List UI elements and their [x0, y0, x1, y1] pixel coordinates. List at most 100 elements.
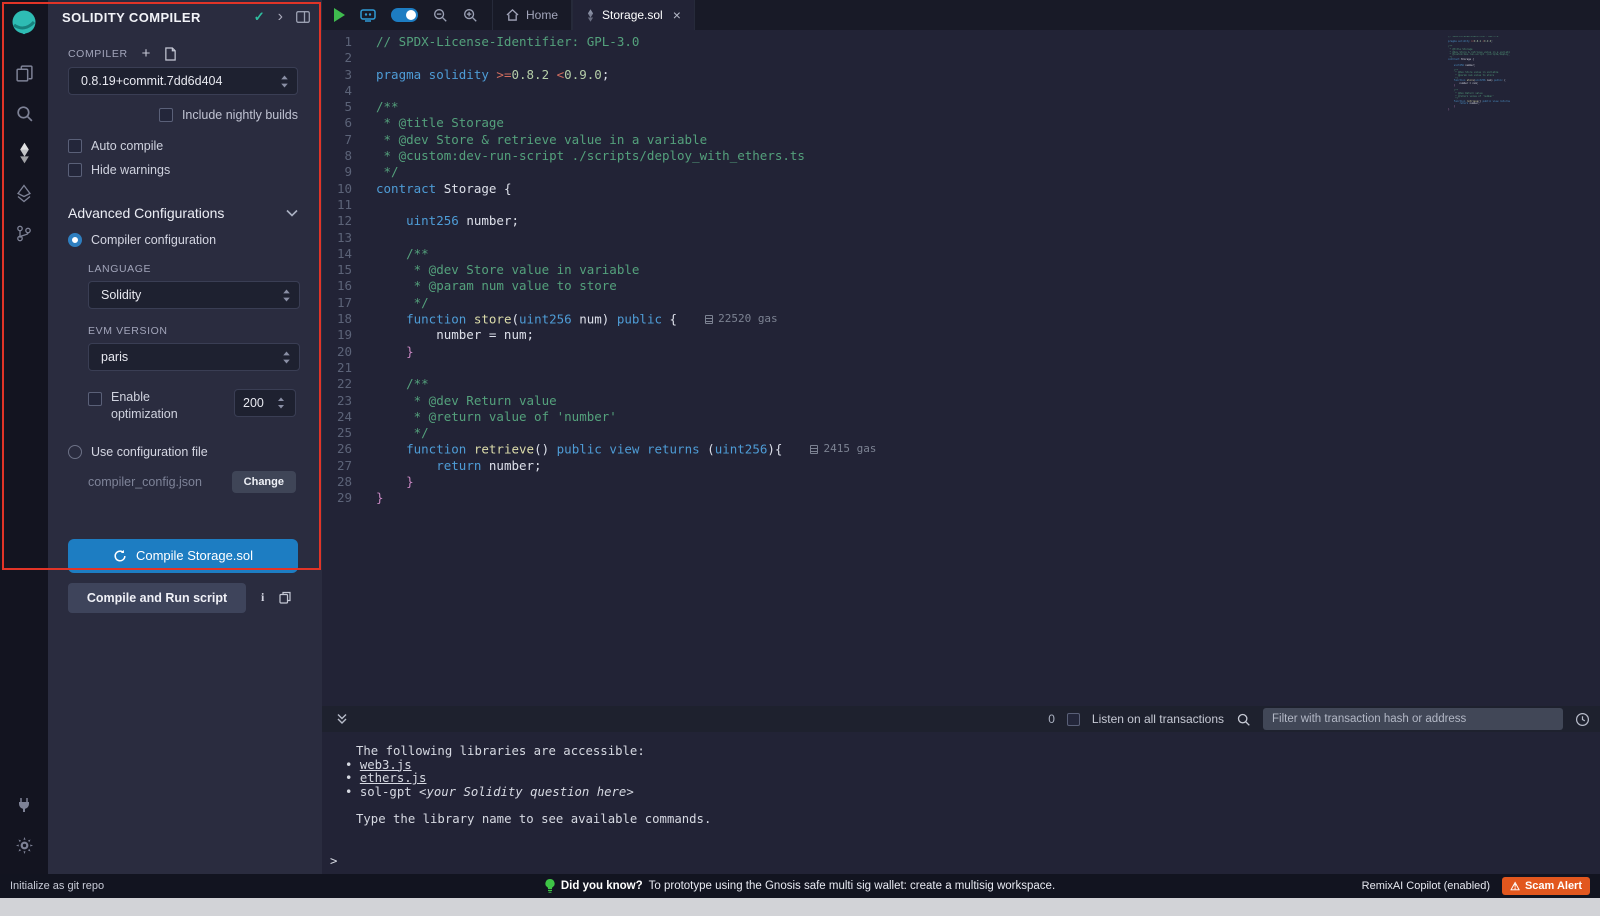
terminal[interactable]: The following libraries are accessible:•… — [322, 732, 1600, 874]
sidebar-item-deploy-run[interactable] — [6, 176, 42, 210]
scam-alert-badge[interactable]: ⚠ Scam Alert — [1502, 877, 1590, 895]
toggle-knob — [406, 10, 416, 20]
compiler-configuration-radio[interactable] — [68, 233, 82, 247]
compile-and-run-row: Compile and Run script i — [68, 583, 298, 613]
line-number: 19 — [322, 327, 376, 343]
auto-compile-checkbox[interactable] — [68, 139, 82, 153]
use-configuration-file-radio[interactable] — [68, 445, 82, 459]
remix-logo[interactable] — [9, 8, 39, 38]
zoom-out-icon[interactable] — [432, 7, 448, 23]
panel-title: SOLIDITY COMPILER — [62, 10, 201, 25]
language-select[interactable]: Solidity — [88, 281, 300, 309]
terminal-collapse-icon[interactable] — [336, 713, 348, 725]
hide-warnings-label: Hide warnings — [91, 163, 170, 177]
zoom-in-icon[interactable] — [462, 7, 478, 23]
init-git-repo[interactable]: Initialize as git repo — [0, 880, 104, 892]
hide-warnings-checkbox[interactable] — [68, 163, 82, 177]
panel-header: SOLIDITY COMPILER ✓ › — [48, 2, 322, 32]
include-nightly-checkbox-row[interactable]: Include nightly builds — [68, 108, 298, 122]
use-configuration-file-label: Use configuration file — [91, 445, 208, 459]
code-line: 4 — [322, 83, 1600, 99]
sidebar-item-search[interactable] — [6, 96, 42, 130]
solidity-compiler-icon — [17, 142, 32, 164]
auto-compile-checkbox-row[interactable]: Auto compile — [68, 139, 298, 153]
hide-warnings-checkbox-row[interactable]: Hide warnings — [68, 163, 298, 177]
optimization-runs-input[interactable] — [243, 396, 277, 410]
stepper-icon — [282, 351, 291, 364]
advanced-configurations-header[interactable]: Advanced Configurations — [68, 205, 298, 221]
config-file-row: compiler_config.json Change — [88, 471, 298, 493]
line-number: 22 — [322, 376, 376, 392]
ai-assistant-icon[interactable] — [359, 8, 377, 23]
stepper-icon — [282, 289, 291, 302]
line-number: 27 — [322, 458, 376, 474]
code-line: 7 * @dev Store & retrieve value in a var… — [322, 132, 1600, 148]
sidebar-item-file-explorer[interactable] — [6, 56, 42, 90]
compiler-configuration-radio-row[interactable]: Compiler configuration — [68, 233, 298, 247]
sidebar-item-settings[interactable] — [6, 828, 42, 862]
code-content: 1// SPDX-License-Identifier: GPL-3.023pr… — [322, 34, 1600, 507]
code-line: 14 /** — [322, 246, 1600, 262]
compiler-version-value: 0.8.19+commit.7dd6d404 — [81, 74, 280, 88]
use-configuration-file-radio-row[interactable]: Use configuration file — [68, 445, 298, 459]
transaction-filter-input[interactable] — [1263, 708, 1563, 730]
code-line: 25 */ — [322, 425, 1600, 441]
solidity-compiler-panel: SOLIDITY COMPILER ✓ › COMPILER + 0.8.19+… — [48, 0, 322, 874]
compile-button[interactable]: Compile Storage.sol — [68, 539, 298, 573]
code-line: 1// SPDX-License-Identifier: GPL-3.0 — [322, 34, 1600, 50]
minimap[interactable]: // SPDX-License-Identifier: GPL-3.0pragm… — [1448, 36, 1510, 111]
terminal-search-icon[interactable] — [1236, 712, 1251, 727]
enable-optimization-checkbox[interactable] — [88, 392, 102, 406]
gas-estimate: 22520 gas — [705, 311, 778, 327]
compile-and-run-button[interactable]: Compile and Run script — [68, 583, 246, 613]
copy-icon[interactable] — [279, 591, 291, 604]
refresh-icon — [113, 549, 127, 563]
change-config-button[interactable]: Change — [232, 471, 296, 493]
pin-panel-icon[interactable] — [296, 11, 310, 23]
code-line: 27 return number; — [322, 458, 1600, 474]
search-icon — [15, 104, 34, 123]
add-custom-compiler-icon[interactable]: + — [142, 46, 151, 61]
bullet-icon: • — [345, 785, 360, 799]
copilot-status[interactable]: RemixAI Copilot (enabled) — [1362, 880, 1490, 892]
evm-version-select[interactable]: paris — [88, 343, 300, 371]
code-line: 5/** — [322, 99, 1600, 115]
info-icon[interactable]: i — [261, 590, 264, 605]
language-label: LANGUAGE — [88, 263, 298, 275]
chevron-right-icon[interactable]: › — [278, 9, 283, 25]
terminal-line: • ethers.js — [330, 772, 1600, 786]
sidebar-item-plugin-manager[interactable] — [6, 788, 42, 822]
code-line: 3pragma solidity >=0.8.2 <0.9.0; — [322, 67, 1600, 83]
stepper-icon[interactable] — [277, 397, 285, 409]
terminal-link[interactable]: ethers.js — [360, 771, 427, 785]
copilot-toggle[interactable] — [391, 8, 418, 22]
auto-compile-label: Auto compile — [91, 139, 163, 153]
listen-transactions-checkbox[interactable] — [1067, 713, 1080, 726]
open-compiler-file-icon[interactable] — [164, 47, 177, 61]
code-line: 17 */ — [322, 295, 1600, 311]
close-tab-icon[interactable]: × — [673, 7, 681, 23]
gas-icon — [810, 445, 818, 454]
terminal-link[interactable]: web3.js — [360, 758, 412, 772]
tip-body: To prototype using the Gnosis safe multi… — [649, 880, 1056, 892]
line-number: 25 — [322, 425, 376, 441]
include-nightly-checkbox[interactable] — [159, 108, 173, 122]
tab-storage-sol[interactable]: Storage.sol × — [572, 0, 695, 30]
optimization-runs-input-box[interactable] — [234, 389, 296, 417]
run-script-play-icon[interactable] — [334, 8, 345, 22]
code-editor[interactable]: 1// SPDX-License-Identifier: GPL-3.023pr… — [322, 30, 1600, 706]
icon-rail — [0, 0, 48, 874]
gas-icon — [705, 315, 713, 324]
tab-home[interactable]: Home — [492, 0, 572, 30]
line-number: 15 — [322, 262, 376, 278]
terminal-prompt[interactable]: > — [330, 855, 1600, 869]
compiler-version-select[interactable]: 0.8.19+commit.7dd6d404 — [68, 67, 298, 95]
git-branch-icon — [16, 224, 32, 243]
evm-version-label: EVM VERSION — [88, 325, 298, 337]
code-line: 8 * @custom:dev-run-script ./scripts/dep… — [322, 148, 1600, 164]
line-number: 9 — [322, 164, 376, 180]
history-clock-icon[interactable] — [1575, 712, 1590, 727]
sidebar-item-solidity-compiler[interactable] — [6, 136, 42, 170]
sidebar-item-git[interactable] — [6, 216, 42, 250]
code-line: 15 * @dev Store value in variable — [322, 262, 1600, 278]
